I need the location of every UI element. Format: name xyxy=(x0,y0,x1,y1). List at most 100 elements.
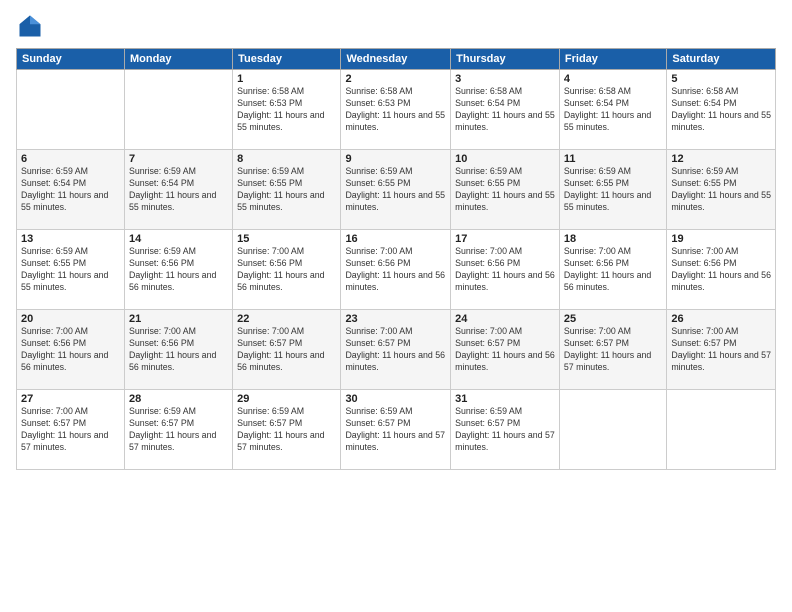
day-info: Sunrise: 7:00 AM Sunset: 6:57 PM Dayligh… xyxy=(455,326,555,374)
day-info: Sunrise: 6:58 AM Sunset: 6:53 PM Dayligh… xyxy=(345,86,446,134)
day-cell: 15Sunrise: 7:00 AM Sunset: 6:56 PM Dayli… xyxy=(233,230,341,310)
day-info: Sunrise: 6:59 AM Sunset: 6:54 PM Dayligh… xyxy=(129,166,228,214)
day-info: Sunrise: 7:00 AM Sunset: 6:56 PM Dayligh… xyxy=(455,246,555,294)
day-cell: 26Sunrise: 7:00 AM Sunset: 6:57 PM Dayli… xyxy=(667,310,776,390)
day-number: 13 xyxy=(21,233,120,245)
day-info: Sunrise: 6:59 AM Sunset: 6:57 PM Dayligh… xyxy=(455,406,555,454)
day-number: 28 xyxy=(129,393,228,405)
day-cell: 4Sunrise: 6:58 AM Sunset: 6:54 PM Daylig… xyxy=(559,70,666,150)
day-number: 22 xyxy=(237,313,336,325)
weekday-header-row: SundayMondayTuesdayWednesdayThursdayFrid… xyxy=(17,49,776,70)
day-cell: 24Sunrise: 7:00 AM Sunset: 6:57 PM Dayli… xyxy=(451,310,560,390)
day-number: 6 xyxy=(21,153,120,165)
day-number: 3 xyxy=(455,73,555,85)
day-info: Sunrise: 7:00 AM Sunset: 6:57 PM Dayligh… xyxy=(21,406,120,454)
day-number: 25 xyxy=(564,313,662,325)
day-cell: 3Sunrise: 6:58 AM Sunset: 6:54 PM Daylig… xyxy=(451,70,560,150)
day-info: Sunrise: 6:58 AM Sunset: 6:54 PM Dayligh… xyxy=(564,86,662,134)
day-cell: 17Sunrise: 7:00 AM Sunset: 6:56 PM Dayli… xyxy=(451,230,560,310)
day-number: 16 xyxy=(345,233,446,245)
day-info: Sunrise: 6:59 AM Sunset: 6:57 PM Dayligh… xyxy=(129,406,228,454)
day-cell: 14Sunrise: 6:59 AM Sunset: 6:56 PM Dayli… xyxy=(124,230,232,310)
day-number: 7 xyxy=(129,153,228,165)
day-number: 8 xyxy=(237,153,336,165)
day-cell: 10Sunrise: 6:59 AM Sunset: 6:55 PM Dayli… xyxy=(451,150,560,230)
day-info: Sunrise: 6:59 AM Sunset: 6:55 PM Dayligh… xyxy=(21,246,120,294)
header xyxy=(16,12,776,40)
day-cell: 22Sunrise: 7:00 AM Sunset: 6:57 PM Dayli… xyxy=(233,310,341,390)
page: SundayMondayTuesdayWednesdayThursdayFrid… xyxy=(0,0,792,612)
day-cell xyxy=(559,390,666,470)
day-cell: 8Sunrise: 6:59 AM Sunset: 6:55 PM Daylig… xyxy=(233,150,341,230)
week-row-3: 13Sunrise: 6:59 AM Sunset: 6:55 PM Dayli… xyxy=(17,230,776,310)
day-number: 27 xyxy=(21,393,120,405)
day-cell: 27Sunrise: 7:00 AM Sunset: 6:57 PM Dayli… xyxy=(17,390,125,470)
week-row-4: 20Sunrise: 7:00 AM Sunset: 6:56 PM Dayli… xyxy=(17,310,776,390)
day-cell: 18Sunrise: 7:00 AM Sunset: 6:56 PM Dayli… xyxy=(559,230,666,310)
day-number: 2 xyxy=(345,73,446,85)
weekday-sunday: Sunday xyxy=(17,49,125,70)
day-number: 5 xyxy=(671,73,771,85)
day-info: Sunrise: 7:00 AM Sunset: 6:56 PM Dayligh… xyxy=(21,326,120,374)
day-cell: 21Sunrise: 7:00 AM Sunset: 6:56 PM Dayli… xyxy=(124,310,232,390)
day-cell: 6Sunrise: 6:59 AM Sunset: 6:54 PM Daylig… xyxy=(17,150,125,230)
day-number: 9 xyxy=(345,153,446,165)
day-cell: 31Sunrise: 6:59 AM Sunset: 6:57 PM Dayli… xyxy=(451,390,560,470)
day-info: Sunrise: 7:00 AM Sunset: 6:57 PM Dayligh… xyxy=(671,326,771,374)
weekday-wednesday: Wednesday xyxy=(341,49,451,70)
day-info: Sunrise: 6:59 AM Sunset: 6:55 PM Dayligh… xyxy=(671,166,771,214)
day-cell: 30Sunrise: 6:59 AM Sunset: 6:57 PM Dayli… xyxy=(341,390,451,470)
week-row-2: 6Sunrise: 6:59 AM Sunset: 6:54 PM Daylig… xyxy=(17,150,776,230)
day-cell xyxy=(667,390,776,470)
day-info: Sunrise: 6:59 AM Sunset: 6:55 PM Dayligh… xyxy=(455,166,555,214)
day-number: 19 xyxy=(671,233,771,245)
day-info: Sunrise: 7:00 AM Sunset: 6:56 PM Dayligh… xyxy=(345,246,446,294)
day-info: Sunrise: 6:59 AM Sunset: 6:57 PM Dayligh… xyxy=(237,406,336,454)
weekday-saturday: Saturday xyxy=(667,49,776,70)
day-info: Sunrise: 6:59 AM Sunset: 6:54 PM Dayligh… xyxy=(21,166,120,214)
calendar-body: 1Sunrise: 6:58 AM Sunset: 6:53 PM Daylig… xyxy=(17,70,776,470)
day-number: 20 xyxy=(21,313,120,325)
day-number: 21 xyxy=(129,313,228,325)
day-number: 14 xyxy=(129,233,228,245)
weekday-monday: Monday xyxy=(124,49,232,70)
day-cell: 19Sunrise: 7:00 AM Sunset: 6:56 PM Dayli… xyxy=(667,230,776,310)
day-number: 15 xyxy=(237,233,336,245)
weekday-thursday: Thursday xyxy=(451,49,560,70)
day-info: Sunrise: 6:59 AM Sunset: 6:56 PM Dayligh… xyxy=(129,246,228,294)
day-number: 31 xyxy=(455,393,555,405)
day-number: 1 xyxy=(237,73,336,85)
day-cell: 7Sunrise: 6:59 AM Sunset: 6:54 PM Daylig… xyxy=(124,150,232,230)
day-number: 23 xyxy=(345,313,446,325)
day-cell: 5Sunrise: 6:58 AM Sunset: 6:54 PM Daylig… xyxy=(667,70,776,150)
day-info: Sunrise: 7:00 AM Sunset: 6:57 PM Dayligh… xyxy=(345,326,446,374)
day-cell xyxy=(17,70,125,150)
day-number: 10 xyxy=(455,153,555,165)
day-number: 30 xyxy=(345,393,446,405)
day-info: Sunrise: 7:00 AM Sunset: 6:57 PM Dayligh… xyxy=(564,326,662,374)
day-number: 17 xyxy=(455,233,555,245)
day-cell: 23Sunrise: 7:00 AM Sunset: 6:57 PM Dayli… xyxy=(341,310,451,390)
day-cell: 1Sunrise: 6:58 AM Sunset: 6:53 PM Daylig… xyxy=(233,70,341,150)
day-cell: 20Sunrise: 7:00 AM Sunset: 6:56 PM Dayli… xyxy=(17,310,125,390)
day-number: 29 xyxy=(237,393,336,405)
day-number: 4 xyxy=(564,73,662,85)
day-cell: 11Sunrise: 6:59 AM Sunset: 6:55 PM Dayli… xyxy=(559,150,666,230)
day-number: 26 xyxy=(671,313,771,325)
day-info: Sunrise: 7:00 AM Sunset: 6:56 PM Dayligh… xyxy=(237,246,336,294)
day-cell: 16Sunrise: 7:00 AM Sunset: 6:56 PM Dayli… xyxy=(341,230,451,310)
calendar: SundayMondayTuesdayWednesdayThursdayFrid… xyxy=(16,48,776,470)
day-info: Sunrise: 6:59 AM Sunset: 6:55 PM Dayligh… xyxy=(237,166,336,214)
day-info: Sunrise: 6:58 AM Sunset: 6:54 PM Dayligh… xyxy=(455,86,555,134)
day-info: Sunrise: 6:58 AM Sunset: 6:53 PM Dayligh… xyxy=(237,86,336,134)
day-number: 18 xyxy=(564,233,662,245)
day-cell: 28Sunrise: 6:59 AM Sunset: 6:57 PM Dayli… xyxy=(124,390,232,470)
day-info: Sunrise: 7:00 AM Sunset: 6:57 PM Dayligh… xyxy=(237,326,336,374)
day-info: Sunrise: 7:00 AM Sunset: 6:56 PM Dayligh… xyxy=(564,246,662,294)
day-number: 12 xyxy=(671,153,771,165)
day-info: Sunrise: 7:00 AM Sunset: 6:56 PM Dayligh… xyxy=(129,326,228,374)
day-cell: 13Sunrise: 6:59 AM Sunset: 6:55 PM Dayli… xyxy=(17,230,125,310)
weekday-tuesday: Tuesday xyxy=(233,49,341,70)
day-cell xyxy=(124,70,232,150)
week-row-5: 27Sunrise: 7:00 AM Sunset: 6:57 PM Dayli… xyxy=(17,390,776,470)
